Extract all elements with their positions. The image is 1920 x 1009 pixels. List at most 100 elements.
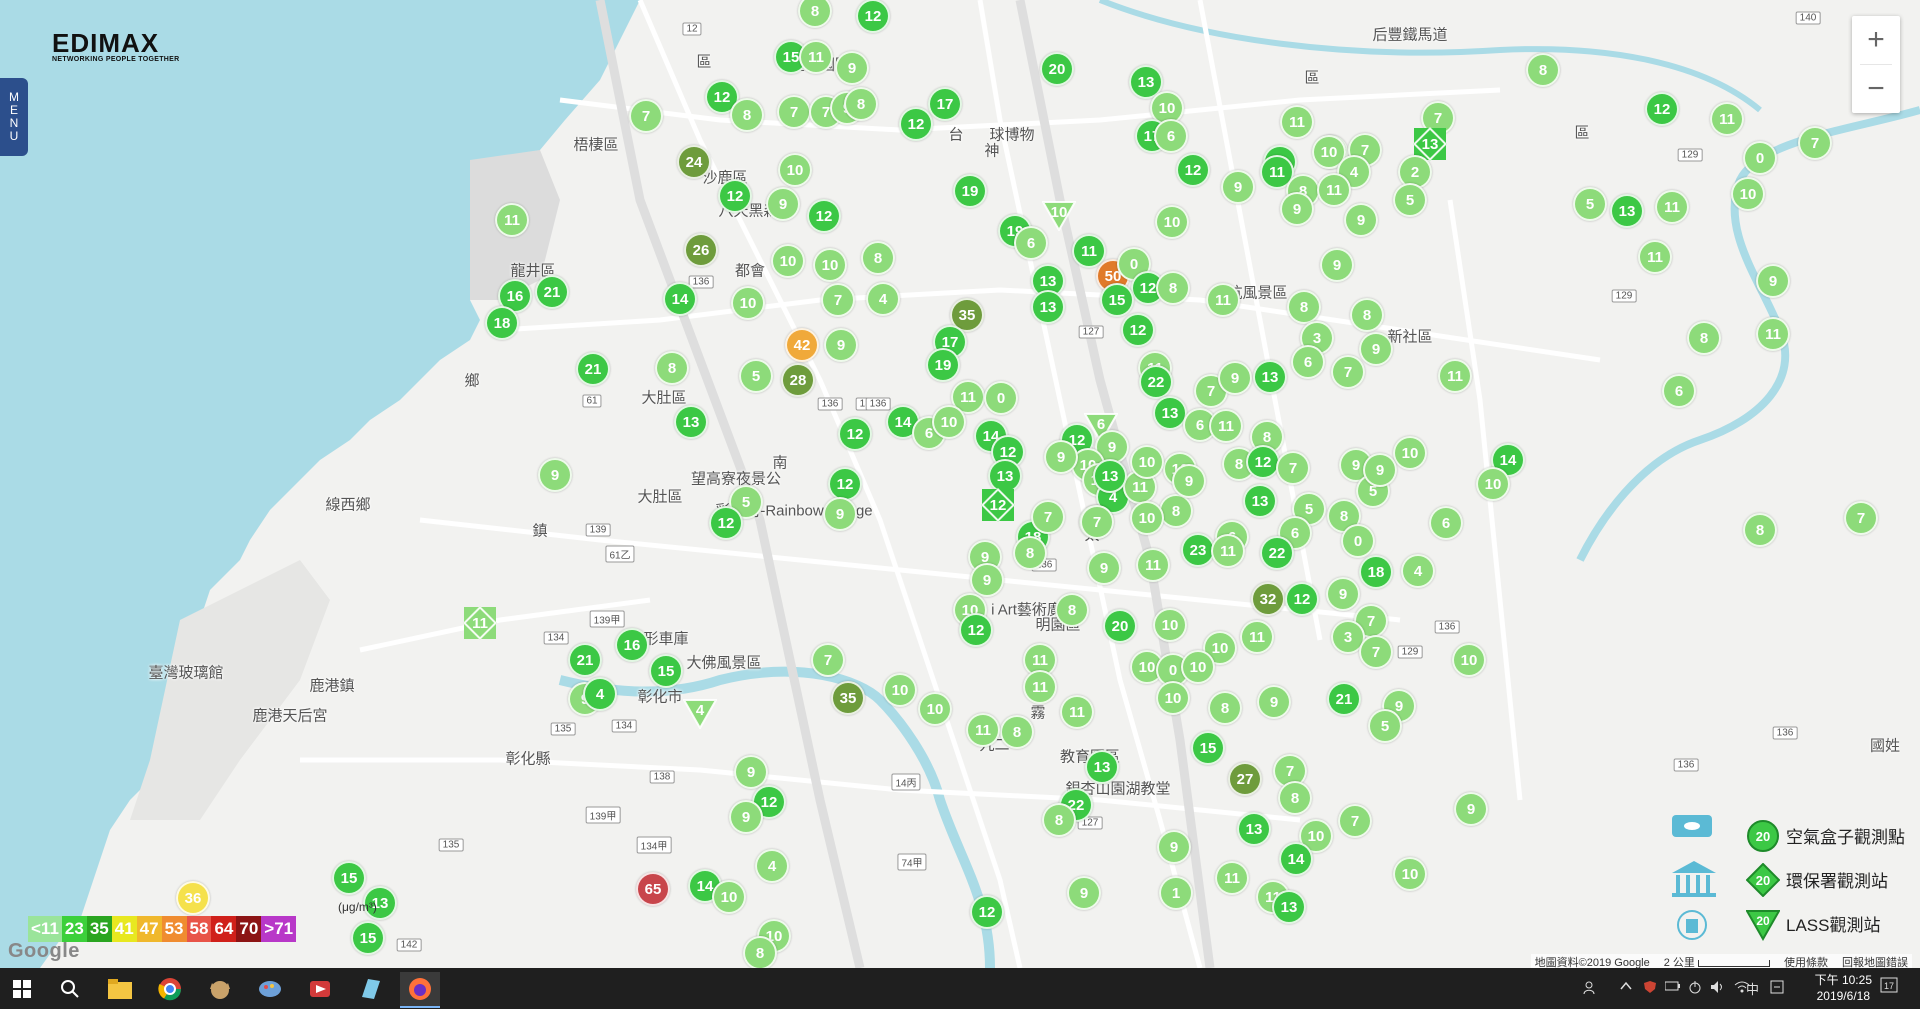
- airbox-marker[interactable]: 9: [1280, 192, 1314, 226]
- airbox-marker[interactable]: 8: [1350, 298, 1384, 332]
- airbox-marker[interactable]: 6: [1429, 506, 1463, 540]
- airbox-marker[interactable]: 7: [1798, 126, 1832, 160]
- airbox-marker[interactable]: 13: [1610, 194, 1644, 228]
- airbox-marker[interactable]: 22: [1260, 536, 1294, 570]
- airbox-marker[interactable]: 7: [777, 95, 811, 129]
- airbox-marker[interactable]: 24: [677, 145, 711, 179]
- airbox-marker[interactable]: 8: [1743, 513, 1777, 547]
- airbox-marker[interactable]: 8: [1159, 494, 1193, 528]
- airbox-marker[interactable]: 15: [332, 861, 366, 895]
- airbox-marker[interactable]: 12: [718, 179, 752, 213]
- airbox-marker[interactable]: 11: [1206, 283, 1240, 317]
- terms-link[interactable]: 使用條款: [1784, 954, 1828, 968]
- airbox-marker[interactable]: 8: [1687, 321, 1721, 355]
- airbox-marker[interactable]: 21: [568, 643, 602, 677]
- airbox-marker[interactable]: 6: [1291, 345, 1325, 379]
- app-icon-red[interactable]: [300, 972, 340, 1006]
- airbox-marker[interactable]: 5: [1573, 187, 1607, 221]
- airbox-marker[interactable]: 4: [1401, 554, 1435, 588]
- airbox-marker[interactable]: 9: [1044, 440, 1078, 474]
- airbox-marker[interactable]: 13: [1153, 396, 1187, 430]
- airbox-marker[interactable]: 5: [1393, 183, 1427, 217]
- airbox-marker[interactable]: 9: [1221, 170, 1255, 204]
- airbox-marker[interactable]: 13: [988, 459, 1022, 493]
- airbox-marker[interactable]: 32: [1251, 582, 1285, 616]
- airbox-marker[interactable]: 11: [1317, 173, 1351, 207]
- airbox-marker[interactable]: 10: [1155, 205, 1189, 239]
- airbox-marker[interactable]: 9: [970, 563, 1004, 597]
- airbox-marker[interactable]: 8: [1156, 271, 1190, 305]
- airbox-marker[interactable]: 7: [1276, 451, 1310, 485]
- airbox-marker[interactable]: 10: [1130, 445, 1164, 479]
- airbox-marker[interactable]: 11: [799, 40, 833, 74]
- airbox-marker[interactable]: 7: [1080, 505, 1114, 539]
- airbox-marker[interactable]: 9: [729, 800, 763, 834]
- search-icon[interactable]: [50, 972, 90, 1006]
- airbox-marker[interactable]: 10: [1153, 608, 1187, 642]
- airbox-marker[interactable]: 10: [712, 880, 746, 914]
- airbox-marker[interactable]: 11: [1211, 534, 1245, 568]
- airbox-marker[interactable]: 10: [1393, 857, 1427, 891]
- airbox-marker[interactable]: 14: [663, 282, 697, 316]
- airbox-marker[interactable]: 9: [1756, 264, 1790, 298]
- airbox-marker[interactable]: 65: [636, 872, 670, 906]
- input-method-icon[interactable]: [1770, 980, 1784, 997]
- airbox-marker[interactable]: 15: [649, 654, 683, 688]
- airbox-marker[interactable]: 16: [615, 628, 649, 662]
- notification-icon[interactable]: 17: [1880, 976, 1900, 999]
- airbox-marker[interactable]: 14: [1279, 842, 1313, 876]
- zoom-in-button[interactable]: +: [1852, 16, 1900, 64]
- file-explorer-icon[interactable]: [100, 972, 140, 1006]
- airbox-marker[interactable]: 11: [1655, 190, 1689, 224]
- airbox-marker[interactable]: 13: [1253, 360, 1287, 394]
- airbox-marker[interactable]: 8: [1208, 691, 1242, 725]
- airbox-marker[interactable]: 8: [844, 87, 878, 121]
- airbox-marker[interactable]: 5: [1368, 709, 1402, 743]
- airbox-marker[interactable]: 11: [1438, 359, 1472, 393]
- zoom-out-button[interactable]: −: [1852, 65, 1900, 113]
- airbox-marker[interactable]: 9: [1363, 453, 1397, 487]
- airbox-marker[interactable]: 10: [1156, 681, 1190, 715]
- airbox-marker[interactable]: 12: [807, 199, 841, 233]
- airbox-marker[interactable]: 8: [1042, 803, 1076, 837]
- airbox-marker[interactable]: 9: [1218, 361, 1252, 395]
- airbox-marker[interactable]: 9: [766, 187, 800, 221]
- airbox-marker[interactable]: 6: [1662, 374, 1696, 408]
- airbox-marker[interactable]: 9: [1344, 203, 1378, 237]
- airbox-marker[interactable]: 10: [771, 244, 805, 278]
- airbox-marker[interactable]: 9: [835, 51, 869, 85]
- airbox-marker[interactable]: 10: [778, 153, 812, 187]
- airbox-marker[interactable]: 12: [1121, 313, 1155, 347]
- chevron-up-icon[interactable]: [1620, 980, 1632, 995]
- airbox-marker[interactable]: 8: [1013, 536, 1047, 570]
- airbox-marker[interactable]: 8: [1055, 593, 1089, 627]
- airbox-marker[interactable]: 12: [1645, 92, 1679, 126]
- battery-icon[interactable]: [1664, 980, 1681, 995]
- airbox-marker[interactable]: 10: [731, 286, 765, 320]
- airbox-marker[interactable]: 18: [1359, 555, 1393, 589]
- airbox-marker[interactable]: 11: [1638, 240, 1672, 274]
- airbox-marker[interactable]: 10: [1476, 467, 1510, 501]
- airbox-marker[interactable]: 7: [1331, 355, 1365, 389]
- map-canvas[interactable]: 沙鹿區 梧棲區 龍井區 大肚區 大肚區 都會 線西鄉 鹿港鎮 彰化市 彰化縣 大坑風景區 新社區 后豐鐵…: [0, 0, 1920, 968]
- airbox-marker[interactable]: 12: [1176, 153, 1210, 187]
- power-icon[interactable]: [1688, 980, 1702, 997]
- airbox-marker[interactable]: 15: [1191, 731, 1225, 765]
- airbox-marker[interactable]: 12: [856, 0, 890, 33]
- airbox-marker[interactable]: 10: [918, 692, 952, 726]
- airbox-marker[interactable]: 35: [831, 681, 865, 715]
- airbox-marker[interactable]: 8: [1287, 290, 1321, 324]
- airbox-marker[interactable]: 8: [655, 351, 689, 385]
- airbox-marker[interactable]: 9: [1157, 830, 1191, 864]
- app-icon-cat[interactable]: [200, 972, 240, 1006]
- airbox-marker[interactable]: 13: [1272, 890, 1306, 924]
- airbox-marker[interactable]: 10: [1452, 643, 1486, 677]
- airbox-marker[interactable]: 13: [1093, 459, 1127, 493]
- airbox-marker[interactable]: 11: [1240, 620, 1274, 654]
- airbox-marker[interactable]: 19: [953, 174, 987, 208]
- airbox-marker[interactable]: 9: [1320, 248, 1354, 282]
- airbox-marker[interactable]: 12: [828, 467, 862, 501]
- airbox-marker[interactable]: 12: [1285, 582, 1319, 616]
- airbox-marker[interactable]: 36: [176, 881, 210, 915]
- airbox-marker[interactable]: 8: [1278, 781, 1312, 815]
